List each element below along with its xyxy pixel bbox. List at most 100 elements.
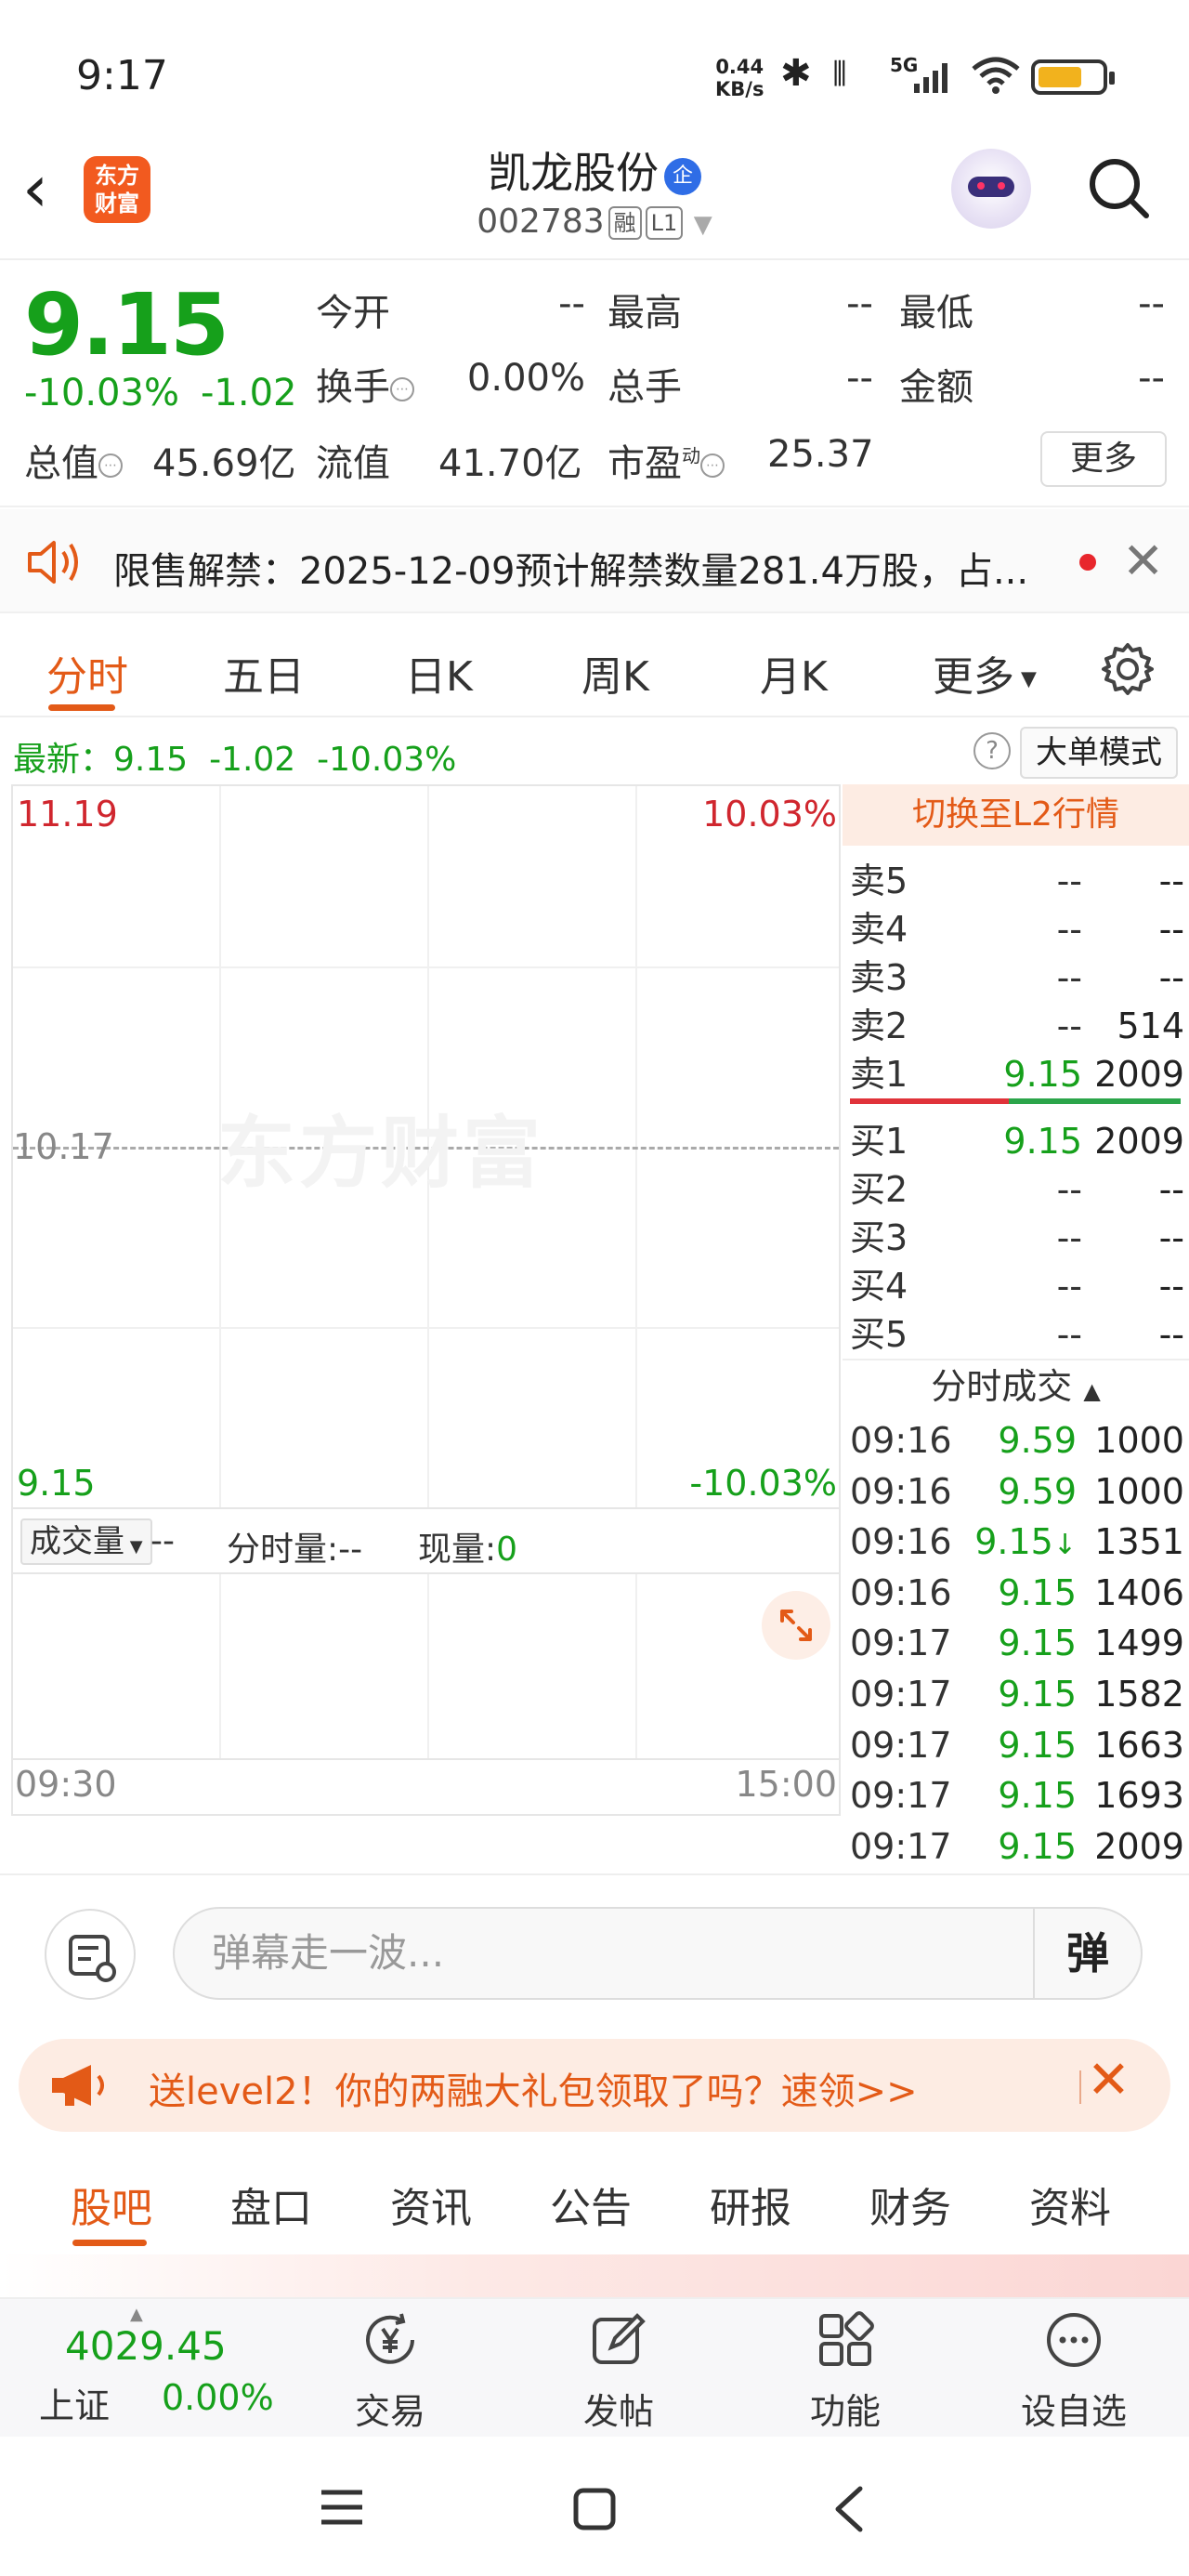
float-value: 41.70亿 bbox=[438, 442, 582, 485]
danmu-toggle-button[interactable]: 弹 bbox=[1033, 1909, 1141, 1998]
assistant-robot-icon[interactable] bbox=[951, 149, 1031, 229]
danmu-bar: 弹幕走一波... 弹 bbox=[0, 1873, 1189, 2022]
float-label: 流值 bbox=[316, 442, 390, 485]
unread-dot bbox=[1079, 554, 1096, 571]
row-price: -- bbox=[1056, 909, 1082, 950]
current-price: 9.15 bbox=[24, 275, 229, 375]
row-price: 9.15 bbox=[998, 1724, 1077, 1766]
tab-finance[interactable]: 财务 bbox=[869, 2175, 951, 2234]
help-icon[interactable]: ? bbox=[973, 732, 1011, 769]
volume-panel: 成交量 ▼ -- 分时量:-- 现量:0 09:30 15:00 bbox=[11, 1509, 841, 1816]
row-label: 09:16 bbox=[850, 1521, 952, 1563]
row-price: -- bbox=[1056, 1169, 1082, 1210]
amount-label: 金额 bbox=[899, 366, 973, 409]
row-volume: 1663 bbox=[1094, 1724, 1184, 1766]
promo-banner[interactable]: 送level2！你的两融大礼包领取了吗？速领>> ✕ bbox=[19, 2039, 1170, 2132]
bluetooth-icon: ✱ bbox=[780, 52, 812, 95]
level-tag: L1 bbox=[645, 206, 684, 240]
row-volume: -- bbox=[1158, 861, 1184, 901]
more-quote-button[interactable]: 更多 bbox=[1040, 431, 1167, 487]
latest-quote: 最新：9.15 -1.02 -10.03% bbox=[13, 741, 457, 779]
tab-five-day[interactable]: 五日 bbox=[223, 643, 305, 703]
row-label: 09:16 bbox=[850, 1571, 952, 1613]
home-icon[interactable] bbox=[572, 2487, 617, 2531]
row-label: 09:17 bbox=[850, 1674, 952, 1715]
tab-weekly-k[interactable]: 周K bbox=[581, 643, 649, 703]
list-gear-icon bbox=[69, 1935, 116, 1982]
close-icon[interactable]: ✕ bbox=[1087, 2050, 1130, 2110]
amount-value: -- bbox=[1138, 357, 1165, 400]
nav-post[interactable]: 发帖 bbox=[544, 2310, 693, 2434]
big-order-mode-button[interactable]: 大单模式 bbox=[1020, 727, 1178, 779]
vibrate-icon: ⦀ bbox=[832, 56, 847, 94]
nav-add-watchlist[interactable]: 设自选 bbox=[1000, 2310, 1148, 2434]
expand-icon[interactable] bbox=[762, 1591, 830, 1660]
row-volume: -- bbox=[1158, 1169, 1184, 1210]
low-value: -- bbox=[1138, 283, 1165, 325]
grid-line bbox=[13, 966, 839, 968]
axis-line bbox=[13, 1758, 839, 1760]
search-icon[interactable] bbox=[1085, 154, 1152, 221]
nav-functions[interactable]: 功能 bbox=[771, 2310, 920, 2434]
unlock-notice-banner[interactable]: 限售解禁：2025-12-09预计解禁数量281.4万股，占... ✕ bbox=[0, 509, 1189, 613]
tab-daily-k[interactable]: 日K bbox=[405, 643, 473, 703]
row-volume: 1582 bbox=[1094, 1674, 1184, 1715]
bid-row: 买2 -- -- bbox=[850, 1165, 1184, 1214]
tab-monthly-k[interactable]: 月K bbox=[760, 643, 828, 703]
trades-header[interactable]: 分时成交 ▲ bbox=[843, 1359, 1189, 1411]
gear-icon[interactable] bbox=[1100, 641, 1156, 697]
index-ticker[interactable]: ▲ 4029.45 上证 0.00% bbox=[0, 2299, 279, 2438]
row-label: 买2 bbox=[850, 1169, 908, 1210]
mktcap-value: 45.69亿 bbox=[152, 442, 296, 485]
tab-research[interactable]: 研报 bbox=[710, 2175, 791, 2234]
tab-profile[interactable]: 资料 bbox=[1029, 2175, 1111, 2234]
danmu-settings-icon[interactable] bbox=[45, 1909, 136, 2000]
collapse-triangle-icon: ▲ bbox=[1083, 1378, 1101, 1404]
x-end-label: 15:00 bbox=[735, 1764, 837, 1805]
mktcap-label: 总值 ⋯ bbox=[24, 433, 123, 487]
row-price: -- bbox=[1056, 1217, 1082, 1258]
row-price: -- bbox=[1056, 1314, 1082, 1355]
trade-row: 09:17 9.15 1582 bbox=[850, 1670, 1184, 1718]
switch-l2-button[interactable]: 切换至L2行情 bbox=[843, 784, 1189, 846]
grid-line bbox=[427, 1574, 429, 1758]
row-label: 卖4 bbox=[850, 909, 908, 950]
row-price: 9.15 bbox=[998, 1623, 1077, 1664]
tab-pankou[interactable]: 盘口 bbox=[230, 2175, 312, 2234]
row-price: 9.59 bbox=[998, 1420, 1077, 1461]
content-preview bbox=[0, 2254, 1189, 2297]
close-icon[interactable]: ✕ bbox=[1122, 532, 1164, 590]
nav-trade[interactable]: 交易 bbox=[316, 2310, 464, 2434]
row-label: 09:16 bbox=[850, 1470, 952, 1512]
tab-intraday[interactable]: 分时 bbox=[46, 643, 128, 703]
menu-icon[interactable] bbox=[320, 2489, 364, 2526]
volume-selector[interactable]: 成交量 ▼ bbox=[20, 1518, 152, 1565]
tab-announcements[interactable]: 公告 bbox=[550, 2175, 632, 2234]
open-label: 今开 bbox=[316, 292, 390, 335]
row-label: 09:17 bbox=[850, 1724, 952, 1766]
row-volume: -- bbox=[1158, 1266, 1184, 1307]
intraday-chart[interactable]: 东方财富 11.19 10.03% 10.17 9.15 -10.03% bbox=[11, 784, 841, 1509]
battery-icon bbox=[1031, 59, 1115, 95]
stock-code: 002783 bbox=[477, 203, 605, 241]
tab-more[interactable]: 更多 ▼ bbox=[933, 643, 1037, 703]
y-min-label: 9.15 bbox=[17, 1463, 96, 1504]
high-value: -- bbox=[846, 283, 873, 325]
bid-row: 买1 9.15 2009 bbox=[850, 1117, 1184, 1165]
index-value: 4029.45 bbox=[65, 2323, 227, 2369]
volume-label: 总手 bbox=[608, 366, 682, 409]
latest-bar: 最新：9.15 -1.02 -10.03% ? 大单模式 bbox=[0, 719, 1189, 784]
row-label: 买4 bbox=[850, 1266, 908, 1307]
info-icon: ⋯ bbox=[98, 453, 123, 478]
row-volume: -- bbox=[1158, 1217, 1184, 1258]
row-volume: 1000 bbox=[1094, 1420, 1184, 1461]
tab-news[interactable]: 资讯 bbox=[390, 2175, 472, 2234]
tab-guba[interactable]: 股吧 bbox=[71, 2175, 152, 2234]
row-volume: 1406 bbox=[1094, 1571, 1184, 1613]
bid-ask-divider bbox=[850, 1098, 1181, 1104]
active-tab-indicator bbox=[48, 704, 115, 711]
back-nav-icon[interactable] bbox=[830, 2485, 868, 2533]
status-bar: 9:17 0.44 KB/s ✱ ⦀ 5G bbox=[0, 0, 1189, 130]
row-volume: 1693 bbox=[1094, 1775, 1184, 1817]
danmu-input[interactable]: 弹幕走一波... bbox=[173, 1907, 1143, 2000]
